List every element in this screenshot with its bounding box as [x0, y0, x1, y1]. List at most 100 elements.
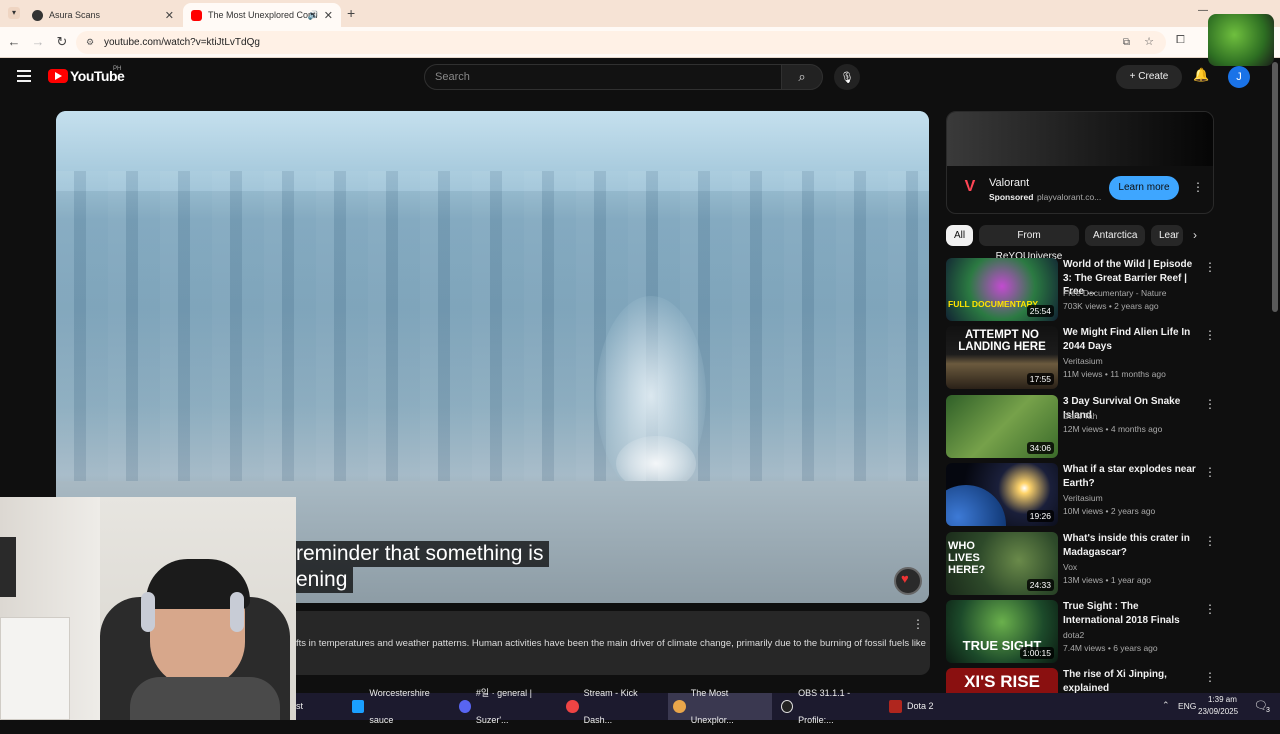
recommendation-item[interactable]: ATTEMPT NO LANDING HERE 17:55 We Might F… — [946, 326, 1216, 390]
url-field[interactable]: ⚙ youtube.com/watch?v=ktiJtLvTdQg ⧉ ☆ — [76, 31, 1166, 54]
chip-all[interactable]: All — [946, 225, 973, 246]
menu-icon[interactable] — [17, 70, 31, 82]
channel-name[interactable]: Veritasium — [1063, 493, 1103, 503]
thumbnail-text: FULL DOCUMENTARY — [948, 299, 1039, 309]
video-title[interactable]: True Sight : The International 2018 Fina… — [1063, 600, 1197, 627]
video-title[interactable]: The rise of Xi Jinping, explained — [1063, 668, 1197, 693]
video-thumbnail[interactable]: 34:06 — [946, 395, 1058, 458]
taskbar-item-dota[interactable]: Dota 2 — [889, 693, 949, 720]
recommendation-item[interactable]: 34:06 3 Day Survival On Snake Island Dar… — [946, 395, 1216, 459]
video-duration: 19:26 — [1026, 510, 1054, 522]
page-scrollbar[interactable] — [1272, 62, 1278, 312]
taskbar-item-kick[interactable]: Stream - Kick Dash... — [566, 688, 666, 725]
taskbar-item-discord[interactable]: #일 · general | Suzer'... — [459, 688, 559, 725]
video-title[interactable]: We Might Find Alien Life In 2044 Days — [1063, 326, 1197, 353]
recommendation-item[interactable]: 19:26 What if a star explodes near Earth… — [946, 463, 1216, 527]
taskbar-label: The Most Unexplor... — [690, 687, 734, 725]
learn-more-button[interactable]: Learn more — [1109, 176, 1179, 200]
more-actions-icon[interactable]: ⋮ — [1204, 260, 1216, 274]
chip-antarctica[interactable]: Antarctica — [1085, 225, 1145, 246]
recommendation-item[interactable]: TRUE SIGHT 1:00:15 True Sight : The Inte… — [946, 600, 1216, 664]
account-avatar[interactable]: J — [1228, 66, 1250, 88]
ad-card[interactable]: V Valorant Sponsored playvalorant.co... … — [946, 111, 1214, 214]
channel-name[interactable]: Dara Tah — [1063, 411, 1097, 421]
tab-youtube-video[interactable]: The Most Unexplored Conti 🔊 ✕ — [183, 3, 341, 27]
extensions-icon[interactable]: ⧠ — [1176, 34, 1185, 47]
youtube-logo-icon[interactable] — [48, 69, 68, 83]
close-tab-icon[interactable]: ✕ — [165, 9, 174, 22]
video-thumbnail[interactable]: 19:26 — [946, 463, 1058, 526]
webcam-shelf — [0, 617, 70, 720]
chip-from-channel[interactable]: From ReYOUniverse — [979, 225, 1079, 262]
more-actions-icon[interactable]: ⋮ — [1204, 465, 1216, 479]
back-icon[interactable]: ← — [6, 34, 22, 49]
ad-banner-image — [947, 112, 1213, 166]
recommendation-item[interactable]: XI'S RISE The rise of Xi Jinping, explai… — [946, 668, 1216, 693]
clock-date[interactable]: 23/09/2025 — [1198, 707, 1238, 716]
more-actions-icon[interactable]: ⋮ — [1204, 397, 1216, 411]
channel-name[interactable]: Free Documentary - Nature — [1063, 288, 1166, 298]
video-thumbnail[interactable]: XI'S RISE — [946, 668, 1058, 693]
taskbar-item-obs[interactable]: OBS 31.1.1 - Profile:... — [781, 688, 881, 725]
recommendation-item[interactable]: WHO LIVES HERE? 24:33 What's inside this… — [946, 532, 1216, 596]
video-thumbnail[interactable]: ATTEMPT NO LANDING HERE 17:55 — [946, 326, 1058, 389]
video-duration: 17:55 — [1026, 373, 1054, 385]
notifications-bell-icon[interactable]: 🔔 — [1193, 67, 1209, 83]
new-tab-icon[interactable]: + — [347, 5, 355, 21]
chrome-icon — [673, 700, 686, 713]
search-input[interactable]: Search — [424, 64, 782, 90]
discord-icon — [459, 700, 471, 713]
create-button[interactable]: + Create — [1116, 65, 1182, 89]
channel-name[interactable]: Vox — [1063, 562, 1077, 572]
reload-icon[interactable]: ↻ — [54, 34, 70, 50]
more-actions-icon[interactable]: ⋮ — [1204, 602, 1216, 616]
url-text: youtube.com/watch?v=ktiJtLvTdQg — [104, 37, 260, 48]
video-thumbnail[interactable]: WHO LIVES HERE? 24:33 — [946, 532, 1058, 595]
taskbar-item-search[interactable]: Worcestershire sauce — [352, 688, 452, 725]
video-title[interactable]: What if a star explodes near Earth? — [1063, 463, 1197, 490]
video-thumbnail[interactable]: TRUE SIGHT 1:00:15 — [946, 600, 1058, 663]
more-actions-icon[interactable]: ⋮ — [1204, 534, 1216, 548]
video-captions: reminder that something is ening — [296, 541, 550, 593]
taskbar-label: Worcestershire sauce — [369, 687, 430, 725]
youtube-favicon-icon — [191, 9, 202, 21]
tab-asura-scans[interactable]: Asura Scans ✕ — [24, 3, 182, 27]
tray-chevron-icon[interactable]: ⌃ — [1162, 700, 1170, 711]
site-info-icon[interactable]: ⚙ — [86, 31, 94, 54]
install-icon[interactable]: ⧉ — [1123, 31, 1130, 54]
tab-search-button[interactable]: ▾ — [8, 7, 20, 19]
video-meta: 12M views • 4 months ago — [1063, 424, 1163, 434]
clock-time[interactable]: 1:39 am — [1208, 695, 1237, 704]
recommendation-item[interactable]: FULL DOCUMENTARY 25:54 World of the Wild… — [946, 258, 1216, 322]
video-title[interactable]: What's inside this crater in Madagascar? — [1063, 532, 1197, 559]
video-duration: 1:00:15 — [1019, 647, 1054, 659]
webcam-monitor — [0, 537, 16, 597]
channel-name[interactable]: Veritasium — [1063, 356, 1103, 366]
channel-name[interactable]: dota2 — [1063, 630, 1084, 640]
channel-watermark[interactable]: ♥ — [894, 567, 922, 595]
taskbar-item-youtube[interactable]: The Most Unexplor... — [668, 688, 772, 725]
taskbar-item[interactable]: st — [296, 693, 344, 720]
more-actions-icon[interactable]: ⋮ — [1204, 670, 1216, 684]
ad-title: Valorant — [989, 177, 1030, 189]
taskbar-label: Dota 2 — [907, 701, 934, 711]
close-tab-icon[interactable]: ✕ — [324, 9, 333, 22]
more-actions-icon[interactable]: ⋮ — [912, 617, 924, 631]
voice-search-button[interactable]: 🎙 — [834, 64, 860, 90]
minimize-icon[interactable]: — — [1198, 5, 1208, 16]
windows-taskbar: st Worcestershire sauce #일 · general | S… — [296, 688, 1280, 725]
ad-more-icon[interactable]: ⋮ — [1192, 180, 1204, 194]
chevron-right-icon[interactable]: › — [1193, 228, 1197, 242]
search-button[interactable]: ⌕ — [781, 64, 823, 90]
speaker-icon[interactable]: 🔊 — [308, 10, 319, 21]
webcam-shirt — [130, 677, 280, 720]
bookmark-star-icon[interactable]: ☆ — [1144, 31, 1154, 54]
chip-learn[interactable]: Lear — [1151, 225, 1183, 246]
taskbar-label: OBS 31.1.1 - Profile:... — [798, 687, 851, 725]
video-duration: 25:54 — [1026, 305, 1054, 317]
language-indicator[interactable]: ENG — [1178, 701, 1196, 711]
more-actions-icon[interactable]: ⋮ — [1204, 328, 1216, 342]
streamer-logo — [1208, 14, 1274, 66]
forward-icon[interactable]: → — [30, 34, 46, 49]
video-thumbnail[interactable]: FULL DOCUMENTARY 25:54 — [946, 258, 1058, 321]
